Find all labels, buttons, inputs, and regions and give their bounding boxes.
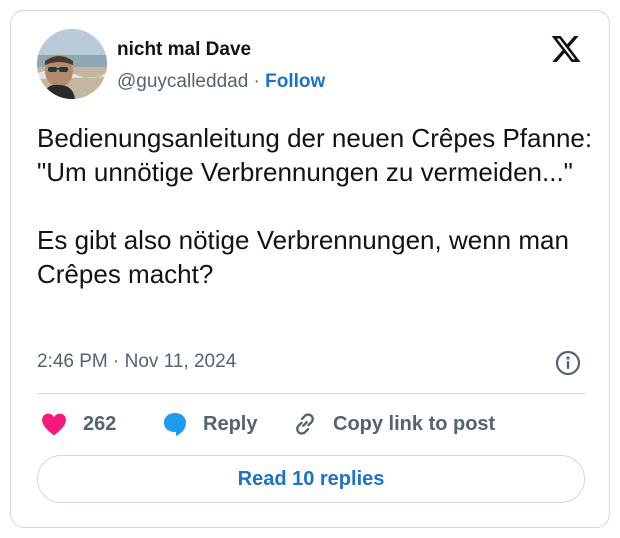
author-name[interactable]: nicht mal Dave bbox=[117, 39, 251, 61]
link-icon bbox=[296, 413, 314, 435]
read-replies-button[interactable]: Read 10 replies bbox=[37, 455, 585, 503]
info-icon[interactable] bbox=[555, 350, 581, 376]
author-handle[interactable]: @guycalleddad bbox=[117, 71, 248, 92]
copy-link-button[interactable]: Copy link to post bbox=[291, 409, 495, 439]
separator-dot: · bbox=[253, 71, 260, 92]
tweet-text: Bedienungsanleitung der neuen Crêpes Pfa… bbox=[37, 123, 593, 289]
like-button[interactable]: 262 bbox=[41, 409, 116, 439]
avatar[interactable] bbox=[37, 29, 107, 99]
like-count: 262 bbox=[83, 412, 117, 435]
avatar-image bbox=[37, 29, 107, 99]
divider bbox=[37, 393, 585, 394]
speech-bubble-icon bbox=[164, 413, 186, 436]
follow-button[interactable]: Follow bbox=[265, 71, 325, 92]
copy-link-label: Copy link to post bbox=[333, 412, 496, 435]
timestamp[interactable]: 2:46 PM · Nov 11, 2024 bbox=[37, 351, 236, 373]
reply-button[interactable]: Reply bbox=[161, 409, 257, 439]
x-logo-icon[interactable] bbox=[549, 33, 583, 65]
tweet-card: nicht mal Dave @guycalleddad · Follow Be… bbox=[10, 10, 610, 528]
reply-label: Reply bbox=[203, 412, 258, 435]
author-handle-line: @guycalleddad · Follow bbox=[117, 71, 325, 93]
heart-icon bbox=[42, 413, 66, 436]
